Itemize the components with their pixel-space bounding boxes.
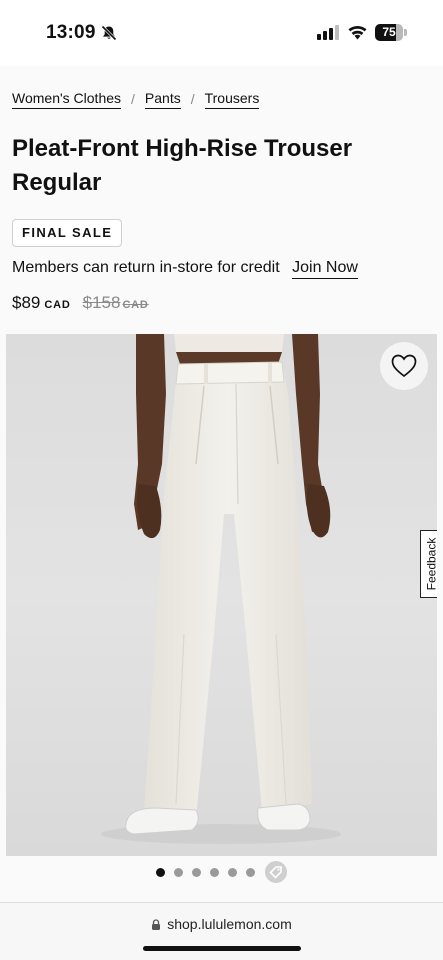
breadcrumb-separator: / <box>190 91 195 107</box>
tag-icon[interactable] <box>265 861 287 883</box>
breadcrumb: Women's Clothes / Pants / Trousers <box>12 88 260 110</box>
url-text: shop.lululemon.com <box>167 916 292 932</box>
tag-icon-glyph <box>269 866 282 879</box>
product-image[interactable]: Feedback <box>6 334 437 856</box>
feedback-label: Feedback <box>424 537 437 591</box>
wishlist-button[interactable] <box>380 342 428 390</box>
home-indicator[interactable] <box>143 946 301 951</box>
price-row: $89 CAD $158 CAD <box>12 293 149 313</box>
member-return-text: Members can return in-store for credit <box>12 259 280 276</box>
carousel-dot[interactable] <box>210 867 219 877</box>
original-price-currency: CAD <box>122 299 149 311</box>
sale-price: $89 <box>12 293 41 312</box>
browser-url-bar[interactable]: shop.lululemon.com <box>0 902 443 960</box>
product-title: Pleat-Front High-Rise Trouser Regular <box>12 135 353 196</box>
carousel-dots <box>156 860 287 884</box>
sale-price-currency: CAD <box>44 299 71 311</box>
final-sale-badge: FINAL SALE <box>12 219 123 247</box>
page-content: Women's Clothes / Pants / Trousers Pleat… <box>0 66 443 902</box>
member-return-note: Members can return in-store for credit J… <box>12 259 358 279</box>
lock-icon <box>152 919 161 930</box>
carousel-dot[interactable] <box>228 867 237 877</box>
breadcrumb-womens-clothes[interactable]: Women's Clothes <box>12 90 122 109</box>
original-price: $158 <box>82 293 121 312</box>
cellular-signal-icon <box>317 25 339 40</box>
heart-icon <box>391 354 417 378</box>
trouser-model-photo <box>101 334 341 844</box>
battery-icon: 75 <box>375 24 407 41</box>
status-bar: 13:09 75 <box>0 0 443 66</box>
battery-level: 75 <box>382 25 396 39</box>
breadcrumb-separator: / <box>131 91 135 107</box>
feedback-tab[interactable]: Feedback <box>420 530 437 598</box>
bell-slash-icon <box>101 25 117 41</box>
status-time: 13:09 <box>46 22 96 43</box>
carousel-dot[interactable] <box>246 867 255 877</box>
breadcrumb-pants[interactable]: Pants <box>144 90 181 109</box>
carousel-dot[interactable] <box>156 867 165 877</box>
join-now-link[interactable]: Join Now <box>292 259 358 279</box>
carousel-dot[interactable] <box>174 867 183 877</box>
wifi-icon <box>348 25 367 40</box>
carousel-dot[interactable] <box>192 867 201 877</box>
url-display[interactable]: shop.lululemon.com <box>0 916 443 932</box>
breadcrumb-trousers[interactable]: Trousers <box>204 90 260 109</box>
